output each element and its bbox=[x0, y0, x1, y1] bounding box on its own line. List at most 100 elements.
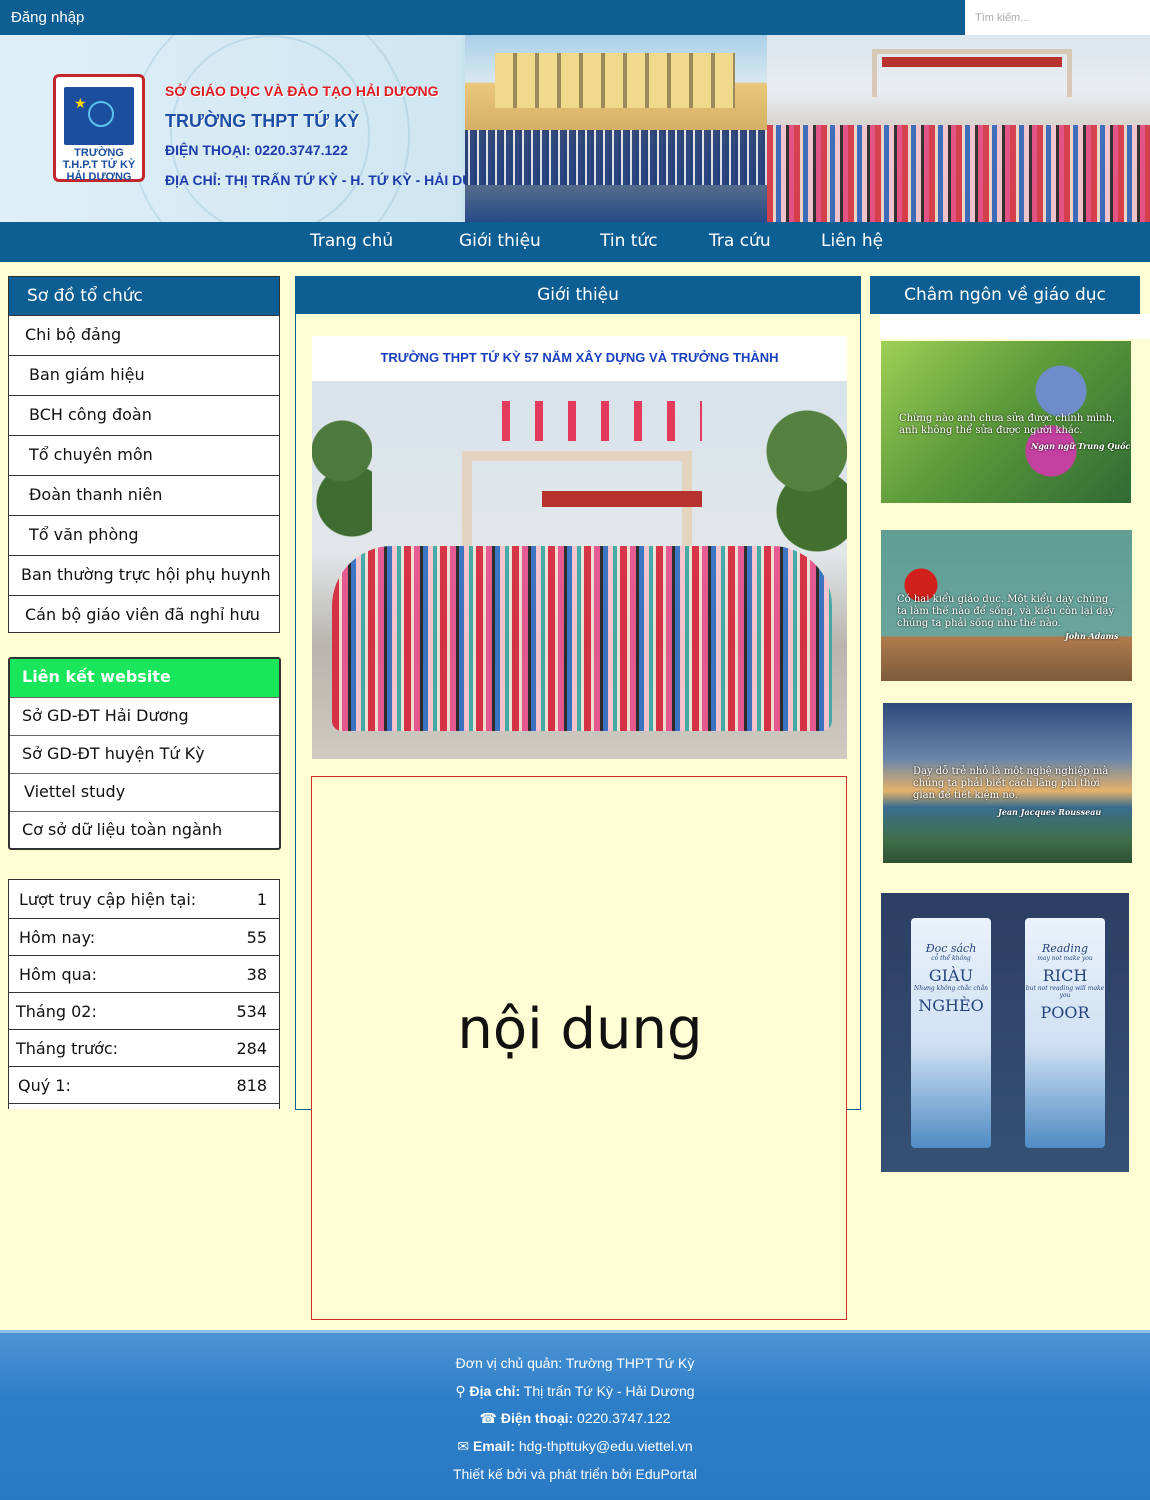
footer-phone-label: Điện thoại: bbox=[500, 1410, 574, 1426]
link-tu-ky-doe[interactable]: Sở GD-ĐT huyện Tứ Kỳ bbox=[10, 735, 279, 773]
quotes-title: Châm ngôn về giáo dục bbox=[870, 276, 1140, 314]
stat-value: 284 bbox=[236, 1038, 267, 1058]
links-panel: Liên kết website Sở GD-ĐT Hải Dương Sở G… bbox=[8, 657, 281, 850]
footer-credit: Thiết kế bởi và phát triển bởi EduPortal bbox=[452, 1466, 698, 1482]
org-item-party-cell[interactable]: Chi bộ đảng bbox=[9, 315, 279, 355]
quote-card: Có hai kiểu giáo dục. Một kiểu dạy chúng… bbox=[881, 530, 1132, 681]
stat-label: Tháng trước: bbox=[16, 1038, 119, 1058]
stat-label: Tháng 02: bbox=[16, 1001, 97, 1021]
stat-value: 818 bbox=[236, 1075, 267, 1095]
quote-card: Dạy dỗ trẻ nhỏ là một nghệ nghiệp mà chú… bbox=[883, 703, 1132, 863]
content-placeholder: nội dung bbox=[457, 997, 703, 1062]
bookmark-text: may not make you bbox=[1037, 955, 1093, 962]
bookmark-text: có thể không bbox=[931, 955, 971, 962]
content-area: nội dung bbox=[311, 776, 847, 1320]
footer-address: ⚲ Địa chỉ: Thị trấn Tứ Kỳ - Hải Dương bbox=[0, 1383, 1150, 1400]
quote-text: Dạy dỗ trẻ nhỏ là một nghệ nghiệp mà chú… bbox=[913, 766, 1109, 801]
stat-row: Tháng 02: 534 bbox=[9, 993, 279, 1030]
main-nav: Trang chủ Giới thiệu Tin tức Tra cứu Liê… bbox=[0, 222, 1150, 262]
bookmark-text: but not reading will make you bbox=[1025, 985, 1105, 999]
intro-photo[interactable]: TRƯỜNG THPT TỨ KỲ 57 NĂM XÂY DỰNG VÀ TRƯ… bbox=[312, 336, 847, 759]
org-chart-title: Sơ đồ tổ chức bbox=[9, 277, 279, 315]
links-title: Liên kết website bbox=[10, 659, 279, 697]
login-link[interactable]: Đăng nhập bbox=[11, 9, 84, 26]
nav-lookup[interactable]: Tra cứu bbox=[709, 231, 771, 251]
link-database[interactable]: Cơ sở dữ liệu toàn ngành bbox=[10, 811, 279, 849]
bookmark-text: POOR bbox=[1040, 1003, 1090, 1022]
quote-text: Chừng nào anh chưa sửa được chính mình, … bbox=[899, 413, 1116, 436]
star-icon: ★ bbox=[74, 95, 87, 111]
nav-about[interactable]: Giới thiệu bbox=[459, 231, 541, 251]
photo-tree bbox=[312, 411, 372, 571]
bookmark-text: Nhưng không chắc chắn bbox=[913, 985, 989, 992]
quote-card: Đọc sách có thể không GIÀU Nhưng không c… bbox=[881, 893, 1129, 1172]
photo-sign bbox=[882, 57, 1062, 67]
quote-author: Jean Jacques Rousseau bbox=[998, 807, 1102, 817]
school-staff-photo bbox=[312, 381, 847, 759]
banner-phone: ĐIỆN THOẠI: 0220.3747.122 bbox=[165, 142, 348, 158]
photo-caption: TRƯỜNG THPT TỨ KỲ 57 NĂM XÂY DỰNG VÀ TRƯ… bbox=[380, 350, 779, 365]
intro-title: Giới thiệu bbox=[295, 276, 861, 314]
bookmark-text: Reading bbox=[1041, 942, 1089, 955]
org-item-office[interactable]: Tổ văn phòng bbox=[9, 515, 279, 555]
nav-contact[interactable]: Liên hệ bbox=[821, 231, 883, 251]
banner-photo-staff bbox=[767, 35, 1150, 222]
bookmark-text: GIÀU bbox=[928, 966, 974, 985]
bookmark-text: Đọc sách bbox=[925, 942, 977, 955]
org-item-retired[interactable]: Cán bộ giáo viên đã nghỉ hưu bbox=[9, 595, 279, 635]
stat-value: 1 bbox=[256, 889, 267, 909]
footer-phone-value: 0220.3747.122 bbox=[573, 1410, 671, 1426]
photo-sign bbox=[542, 491, 702, 507]
quote-author: Ngạn ngữ Trung Quốc bbox=[1031, 441, 1131, 451]
org-chart-panel: Sơ đồ tổ chức Chi bộ đảng Ban giám hiệu … bbox=[8, 276, 280, 633]
link-hai-duong-doe[interactable]: Sở GD-ĐT Hải Dương bbox=[10, 697, 279, 735]
photo-flags bbox=[502, 401, 702, 441]
atom-icon bbox=[88, 101, 114, 127]
footer-owner: Đơn vị chủ quản: Trường THPT Tứ Kỳ bbox=[455, 1355, 695, 1371]
quote-text: Có hai kiểu giáo dục. Một kiểu dạy chúng… bbox=[897, 594, 1115, 629]
footer-email-label: Email: bbox=[472, 1438, 515, 1454]
stat-row: Hôm qua: 38 bbox=[9, 956, 279, 993]
org-item-youth-union[interactable]: Đoàn thanh niên bbox=[9, 475, 279, 515]
banner-address: ĐỊA CHỈ: THỊ TRẤN TỨ KỲ - H. TỨ KỲ - HẢI… bbox=[165, 172, 507, 188]
footer-email: ✉ Email: hdg-thpttuky@edu.viettel.vn bbox=[0, 1438, 1150, 1455]
org-item-parents[interactable]: Ban thường trực hội phụ huynh bbox=[9, 555, 279, 595]
stat-value: 38 bbox=[246, 964, 267, 984]
footer-phone: ☎ Điện thoại: 0220.3747.122 bbox=[0, 1410, 1150, 1427]
stat-row: Quý 1: 818 bbox=[9, 1067, 279, 1104]
bookmark-english: Reading may not make you RICH but not re… bbox=[1025, 918, 1105, 1148]
org-item-board[interactable]: Ban giám hiệu bbox=[9, 355, 279, 395]
photo-crowd bbox=[465, 130, 767, 185]
header-banner: ★ TRƯỜNG T.H.P.T TỨ KỲ HẢI DƯƠNG SỞ GIÁO… bbox=[0, 35, 1150, 222]
search-input[interactable] bbox=[965, 0, 1150, 35]
stat-label: Quý 1: bbox=[18, 1075, 71, 1095]
stat-value: 534 bbox=[236, 1001, 267, 1021]
quote-card: Chừng nào anh chưa sửa được chính mình, … bbox=[881, 341, 1131, 503]
bookmark-text: NGHÈO bbox=[918, 996, 984, 1015]
stat-label: Lượt truy cập hiện tại: bbox=[19, 889, 197, 909]
logo-text: TRƯỜNG T.H.P.T TỨ KỲ HẢI DƯƠNG bbox=[62, 147, 136, 183]
org-item-departments[interactable]: Tổ chuyên môn bbox=[9, 435, 279, 475]
stat-row: Tháng trước: 284 bbox=[9, 1030, 279, 1067]
footer-email-value[interactable]: hdg-thpttuky@edu.viettel.vn bbox=[515, 1438, 693, 1454]
logo-emblem: ★ bbox=[64, 87, 134, 145]
top-bar: Đăng nhập bbox=[0, 0, 1150, 35]
banner-department: SỞ GIÁO DỤC VÀ ĐÀO TẠO HẢI DƯƠNG bbox=[165, 83, 439, 99]
stat-row: Lượt truy cập hiện tại: 1 bbox=[9, 880, 279, 919]
bookmark-vietnamese: Đọc sách có thể không GIÀU Nhưng không c… bbox=[911, 918, 991, 1148]
footer-address-label: Địa chỉ: bbox=[469, 1383, 521, 1399]
banner-photo-ceremony bbox=[465, 35, 767, 222]
envelope-icon: ✉ bbox=[457, 1438, 470, 1454]
school-logo[interactable]: ★ TRƯỜNG T.H.P.T TỨ KỲ HẢI DƯƠNG bbox=[53, 74, 145, 183]
nav-news[interactable]: Tin tức bbox=[600, 231, 658, 251]
footer: Đơn vị chủ quản: Trường THPT Tứ Kỳ ⚲ Địa… bbox=[0, 1330, 1150, 1500]
visitor-stats-panel: Lượt truy cập hiện tại: 1 Hôm nay: 55 Hôm … bbox=[8, 879, 280, 1109]
link-viettel-study[interactable]: Viettel study bbox=[10, 773, 279, 811]
stat-row: Hôm nay: 55 bbox=[9, 919, 279, 956]
nav-home[interactable]: Trang chủ bbox=[310, 231, 393, 251]
banner-school-name: TRƯỜNG THPT TỨ KỲ bbox=[165, 111, 360, 131]
org-item-union[interactable]: BCH công đoàn bbox=[9, 395, 279, 435]
photo-building bbox=[495, 53, 735, 108]
bookmark-text: RICH bbox=[1042, 966, 1088, 985]
stat-value: 55 bbox=[246, 927, 267, 947]
